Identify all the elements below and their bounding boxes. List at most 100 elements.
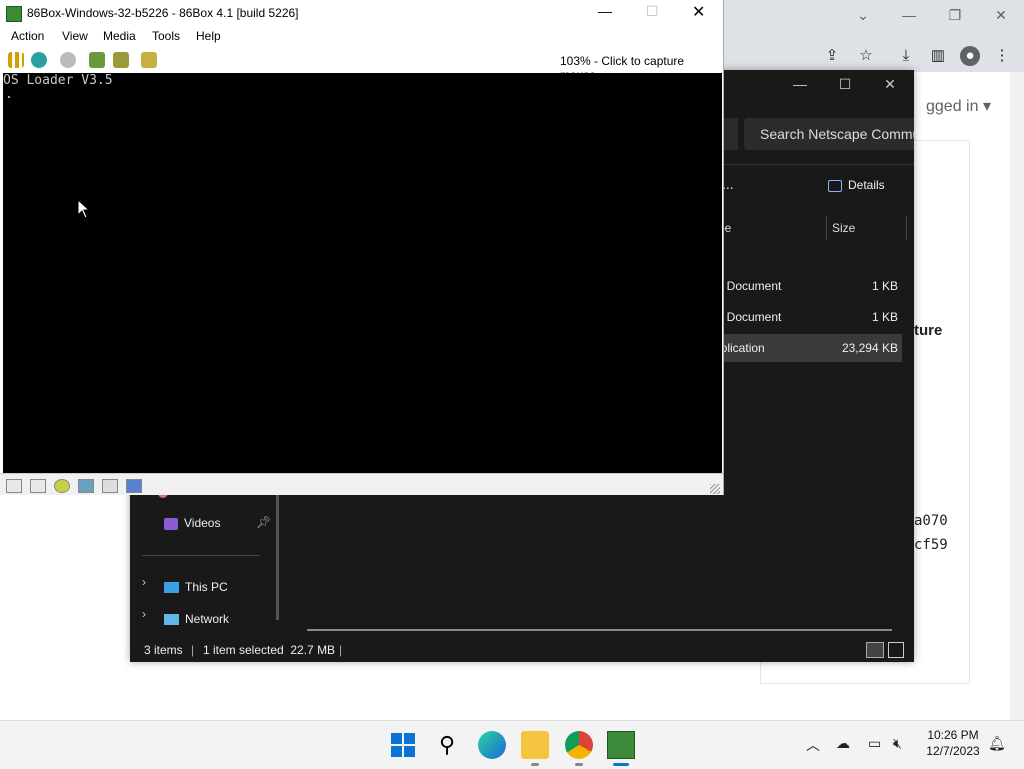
- search-icon[interactable]: ⚲: [433, 731, 461, 759]
- close-icon[interactable]: ✕: [990, 6, 1012, 24]
- minimize-icon[interactable]: —: [898, 6, 920, 24]
- details-pane-icon: [828, 179, 842, 192]
- tiles-view-icon[interactable]: [888, 642, 904, 658]
- hash-line-2: cf59: [914, 537, 948, 553]
- details-view-icon[interactable]: [866, 642, 884, 658]
- file-explorer-icon[interactable]: [521, 731, 549, 759]
- close-icon[interactable]: ✕: [692, 2, 705, 22]
- column-header-type[interactable]: pe: [718, 216, 827, 240]
- menu-help[interactable]: Help: [196, 29, 221, 43]
- pause-icon[interactable]: [8, 52, 24, 68]
- ctrl-alt-esc-icon[interactable]: [113, 52, 129, 68]
- list-item[interactable]: xt Document 1 KB: [710, 272, 902, 300]
- cloud-icon[interactable]: ☁: [836, 735, 850, 752]
- clock-date: 12/7/2023: [926, 744, 980, 758]
- computer-icon: [164, 582, 179, 594]
- chevron-right-icon[interactable]: ›: [142, 607, 146, 621]
- status-item-count: 3 items: [144, 643, 183, 657]
- system-clock[interactable]: 10:26 PM 12/7/2023: [912, 727, 994, 759]
- download-icon[interactable]: ⤓: [896, 46, 916, 66]
- divider: [142, 555, 260, 556]
- nav-label: This PC: [185, 580, 228, 594]
- window-title: 86Box-Windows-32-b5226 - 86Box 4.1 [buil…: [27, 6, 299, 20]
- menu-bar: Action View Media Tools Help: [0, 27, 723, 47]
- horizontal-scrollbar[interactable]: [307, 629, 892, 631]
- menu-view[interactable]: View: [62, 29, 88, 43]
- more-menu-icon[interactable]: ⋮: [992, 46, 1012, 66]
- nav-scrollbar[interactable]: [276, 490, 279, 620]
- edge-icon[interactable]: [478, 731, 506, 759]
- sidebar-item-network[interactable]: Network: [164, 607, 229, 631]
- status-selection: 1 item selected 22.7 MB: [203, 643, 336, 657]
- menu-media[interactable]: Media: [103, 29, 136, 43]
- close-icon[interactable]: ✕: [870, 76, 910, 94]
- chevron-down-icon[interactable]: ⌄: [852, 6, 874, 24]
- menu-tools[interactable]: Tools: [152, 29, 180, 43]
- card-heading: ture: [914, 322, 943, 339]
- details-button[interactable]: Details: [828, 176, 885, 194]
- nav-label: Network: [185, 612, 230, 626]
- minimize-icon[interactable]: —: [780, 76, 820, 94]
- list-item[interactable]: xt Document 1 KB: [710, 303, 902, 331]
- notification-bell-icon[interactable]: 🔔︎: [988, 735, 1006, 752]
- power-icon[interactable]: [60, 52, 76, 68]
- cdrom-icon[interactable]: [54, 479, 70, 493]
- 86box-app-icon: [6, 6, 22, 22]
- screen-line-1: OS Loader V3.5: [3, 73, 113, 88]
- list-item-selected[interactable]: pplication 23,294 KB: [710, 334, 902, 362]
- file-size: 1 KB: [871, 279, 898, 293]
- menu-action[interactable]: Action: [11, 29, 44, 43]
- settings-icon[interactable]: [141, 52, 157, 68]
- hard-disk-icon[interactable]: [78, 479, 94, 493]
- page-scrollbar[interactable]: [1010, 72, 1024, 720]
- sidebar-item-this-pc[interactable]: This PC: [164, 575, 228, 599]
- start-icon[interactable]: [389, 731, 417, 759]
- taskbar: ⚲ ︿ ☁ ▭ 🔇︎ 10:26 PM 12/7/2023 🔔︎: [0, 720, 1024, 769]
- chevron-up-icon[interactable]: ︿: [806, 735, 820, 755]
- toolbar: 103% - Click to capture mouse: [0, 49, 723, 82]
- running-indicator: [531, 763, 539, 766]
- nav-label: Videos: [184, 516, 221, 530]
- search-input[interactable]: Search Netscape Commu: [744, 118, 914, 150]
- file-type: xt Document: [714, 279, 782, 293]
- videos-icon: [164, 517, 178, 530]
- star-icon[interactable]: ☆: [856, 46, 876, 66]
- volume-muted-icon[interactable]: 🔇︎: [893, 735, 902, 752]
- running-indicator: [575, 763, 583, 766]
- status-separator: |: [191, 643, 195, 657]
- 86box-taskbar-icon[interactable]: [607, 731, 635, 759]
- screen-line-2: .: [5, 87, 13, 102]
- pin-icon[interactable]: 📌︎: [256, 515, 271, 529]
- logged-in-menu[interactable]: gged in ▾: [926, 96, 991, 116]
- status-separator: |: [339, 643, 343, 657]
- share-icon[interactable]: ⇪: [822, 46, 842, 66]
- profile-icon[interactable]: ●: [960, 46, 980, 66]
- column-header-size[interactable]: Size: [832, 216, 907, 240]
- maximize-icon[interactable]: ☐: [825, 76, 865, 94]
- ctrl-alt-del-icon[interactable]: [89, 52, 105, 68]
- details-label: Details: [848, 178, 885, 192]
- 86box-window: 86Box-Windows-32-b5226 - 86Box 4.1 [buil…: [0, 0, 724, 495]
- restore-icon[interactable]: ❐: [944, 6, 966, 24]
- maximize-icon[interactable]: ☐: [646, 3, 659, 20]
- monitor-icon[interactable]: ▭: [868, 735, 881, 752]
- status-bar: 3 items | 1 item selected 22.7 MB |: [130, 638, 914, 662]
- chrome-icon[interactable]: [565, 731, 593, 759]
- address-bar[interactable]: [724, 118, 738, 150]
- floppy-drive-icon[interactable]: [6, 479, 22, 493]
- network-icon: [164, 614, 179, 626]
- chevron-right-icon[interactable]: ›: [142, 575, 146, 589]
- network-card-icon[interactable]: [102, 479, 118, 493]
- resize-grip[interactable]: [710, 484, 720, 494]
- sidebar-icon[interactable]: ▥: [928, 46, 948, 66]
- sidebar-item-videos[interactable]: Videos: [164, 511, 220, 535]
- emulator-screen[interactable]: OS Loader V3.5 .: [3, 73, 722, 473]
- sound-icon[interactable]: [126, 479, 142, 493]
- reset-icon[interactable]: [31, 52, 47, 68]
- mouse-cursor-icon: [77, 199, 91, 219]
- minimize-icon[interactable]: —: [598, 3, 612, 19]
- title-bar[interactable]: 86Box-Windows-32-b5226 - 86Box 4.1 [buil…: [0, 0, 723, 26]
- file-type: xt Document: [714, 310, 782, 324]
- device-status-bar: [0, 473, 723, 495]
- floppy-drive-icon[interactable]: [30, 479, 46, 493]
